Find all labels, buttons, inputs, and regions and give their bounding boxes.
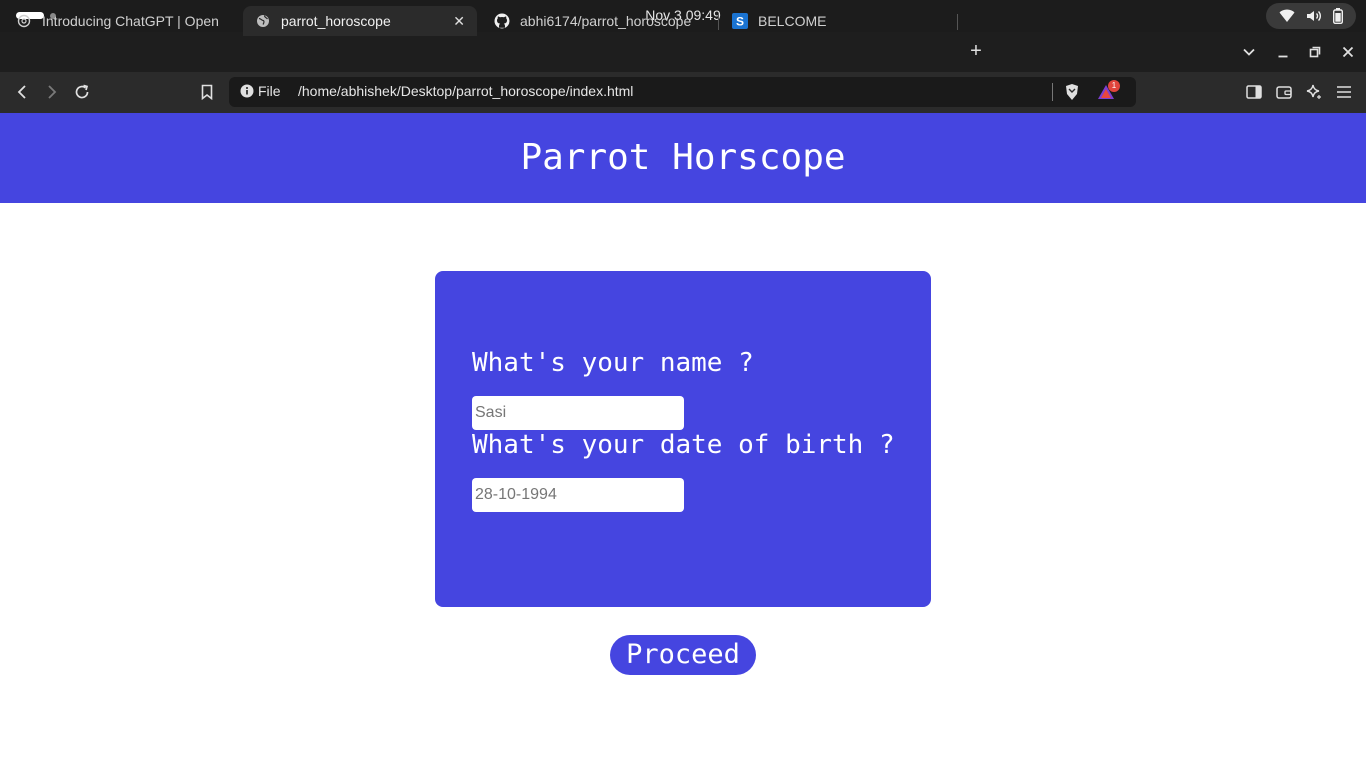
- url-divider: [1052, 83, 1053, 101]
- arrow-right-icon: [48, 85, 57, 99]
- tab-title: parrot_horoscope: [281, 13, 391, 29]
- reload-icon: [75, 84, 89, 99]
- hamburger-menu-icon: [1337, 86, 1351, 98]
- tab-separator: [718, 14, 719, 30]
- maximize-window-button[interactable]: [1305, 42, 1325, 62]
- tab-search-dropdown-button[interactable]: [1239, 42, 1259, 62]
- restore-icon: [1309, 46, 1321, 58]
- wifi-icon: [1279, 9, 1295, 23]
- back-button[interactable]: [10, 80, 34, 104]
- tab-belcome[interactable]: S BELCOME: [720, 6, 956, 36]
- wallet-button[interactable]: [1272, 80, 1296, 104]
- name-question-label: What's your name ?: [472, 348, 754, 378]
- openai-icon: [16, 13, 32, 29]
- proceed-button[interactable]: Proceed: [610, 635, 756, 675]
- arrow-left-icon: [17, 85, 26, 99]
- tab-title: Introducing ChatGPT | Open: [42, 13, 219, 29]
- system-tray[interactable]: [1266, 3, 1356, 29]
- wallet-icon: [1276, 86, 1292, 99]
- dob-input[interactable]: [472, 478, 684, 512]
- forward-button[interactable]: [40, 80, 64, 104]
- reload-button[interactable]: [70, 80, 94, 104]
- close-icon: [1342, 46, 1354, 58]
- tab-title: abhi6174/parrot_horoscope: [520, 13, 692, 29]
- new-tab-button[interactable]: +: [966, 40, 986, 64]
- globe-icon: [255, 13, 271, 29]
- chevron-down-icon: [1243, 48, 1255, 56]
- close-tab-button[interactable]: ✕: [453, 13, 465, 30]
- sidebar-icon: [1246, 85, 1262, 99]
- minimize-icon: [1278, 55, 1288, 58]
- tab-github[interactable]: abhi6174/parrot_horoscope: [482, 6, 720, 36]
- rewards-count-badge: 1: [1108, 80, 1120, 92]
- info-icon[interactable]: [240, 84, 254, 98]
- bookmark-icon: [201, 84, 213, 100]
- battery-icon: [1332, 8, 1343, 24]
- bookmark-button[interactable]: [195, 80, 219, 104]
- github-icon: [494, 13, 510, 29]
- sparkle-icon: [1306, 84, 1321, 99]
- tab-parrot-horoscope[interactable]: parrot_horoscope ✕: [243, 6, 477, 36]
- volume-icon: [1306, 9, 1322, 23]
- close-window-button[interactable]: [1338, 42, 1358, 62]
- menu-button[interactable]: [1332, 80, 1356, 104]
- leo-ai-button[interactable]: [1302, 80, 1326, 104]
- brave-shields-button[interactable]: [1060, 80, 1084, 104]
- sidebar-toggle-button[interactable]: [1242, 80, 1266, 104]
- name-input[interactable]: [472, 396, 684, 430]
- tab-separator: [957, 14, 958, 30]
- dob-question-label: What's your date of birth ?: [472, 430, 895, 460]
- tab-title: BELCOME: [758, 13, 827, 29]
- tab-chatgpt[interactable]: Introducing ChatGPT | Open: [4, 6, 238, 36]
- brave-shield-icon: [1066, 84, 1078, 100]
- tab-strip: [0, 32, 1366, 72]
- url-scheme-label[interactable]: File: [258, 83, 281, 99]
- svg-text:S: S: [736, 15, 744, 29]
- page-title: Parrot Horscope: [520, 137, 846, 178]
- url-text[interactable]: /home/abhishek/Desktop/parrot_horoscope/…: [298, 83, 633, 99]
- minimize-window-button[interactable]: [1273, 42, 1293, 62]
- s-brand-icon: S: [732, 13, 748, 29]
